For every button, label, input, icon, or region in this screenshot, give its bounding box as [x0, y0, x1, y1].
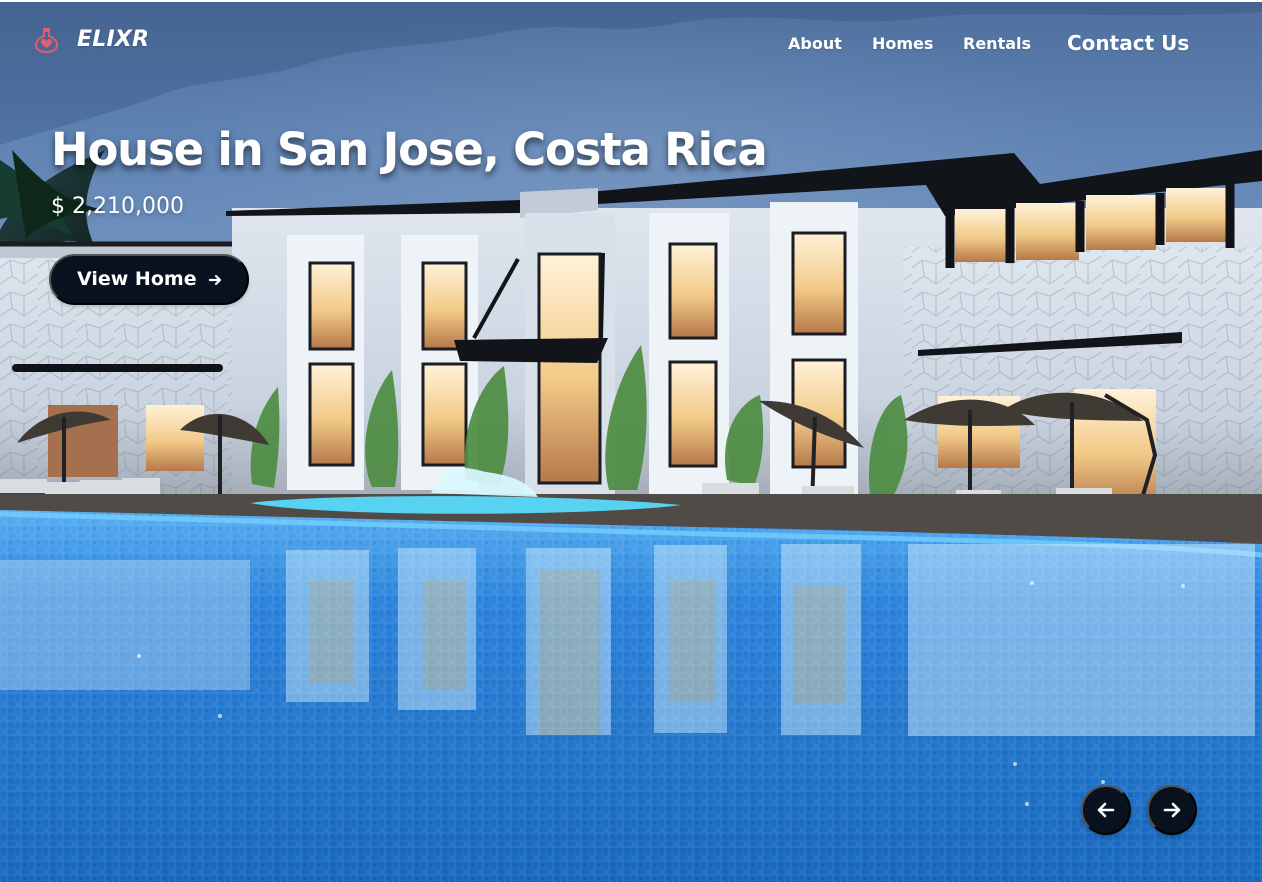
- site-header: ELIXR About Homes Rentals Contact Us: [0, 0, 1262, 86]
- arrow-right-icon: [1163, 802, 1181, 818]
- nav-link-about[interactable]: About: [788, 36, 842, 52]
- property-title: House in San Jose, Costa Rica: [51, 123, 768, 176]
- contact-us-link[interactable]: Contact Us: [1067, 33, 1189, 53]
- view-home-label: View Home: [77, 268, 197, 290]
- arrow-right-icon: [208, 274, 221, 285]
- next-slide-button[interactable]: [1147, 785, 1197, 835]
- property-price: $ 2,210,000: [51, 194, 184, 219]
- previous-slide-button[interactable]: [1081, 785, 1131, 835]
- primary-navigation: About Homes Rentals Contact Us: [0, 32, 1262, 56]
- nav-link-rentals[interactable]: Rentals: [963, 36, 1031, 52]
- arrow-left-icon: [1097, 802, 1115, 818]
- view-home-button[interactable]: View Home: [49, 254, 249, 305]
- nav-link-homes[interactable]: Homes: [872, 36, 933, 52]
- hero-slider: ELIXR About Homes Rentals Contact Us Hou…: [0, 0, 1262, 882]
